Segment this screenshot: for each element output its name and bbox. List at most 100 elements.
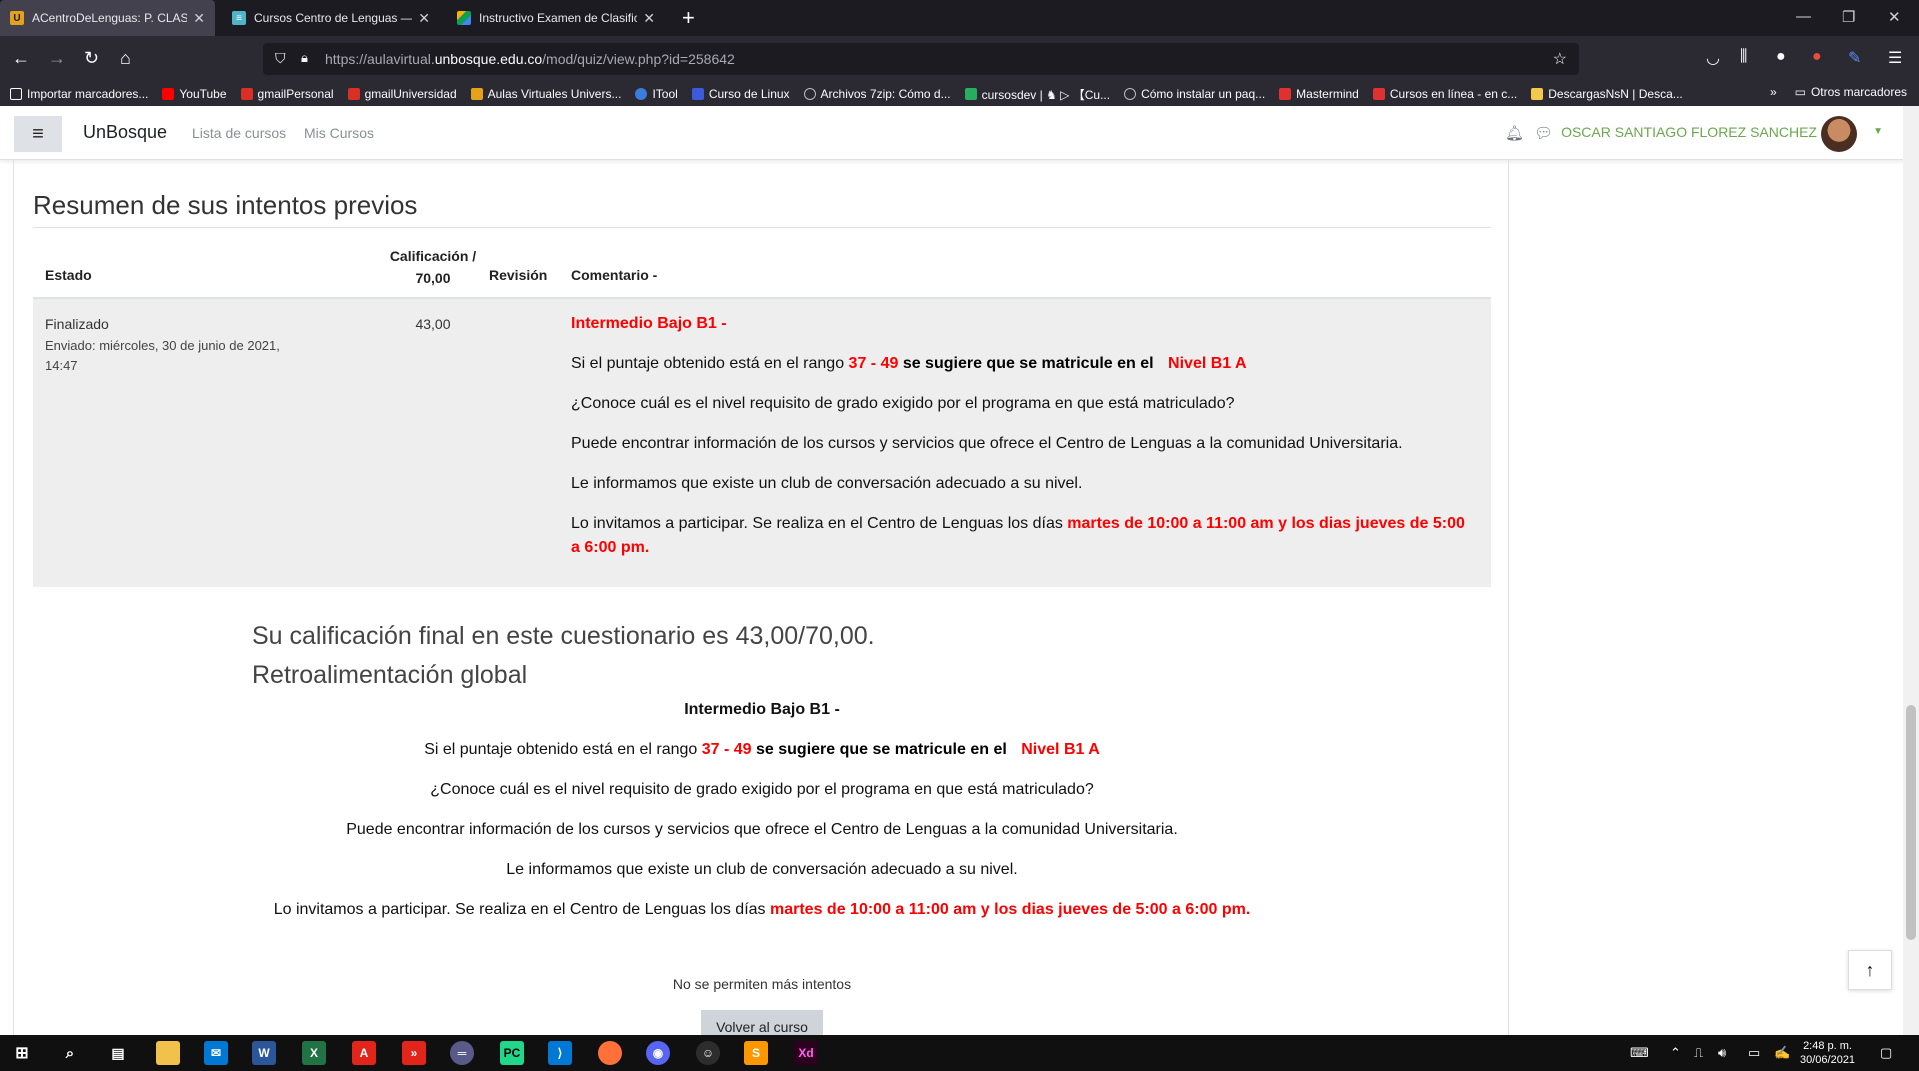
global-feedback-title: Retroalimentación global: [252, 661, 528, 689]
reload-icon[interactable]: ↻: [84, 48, 99, 68]
display-icon[interactable]: ▭: [1748, 1045, 1760, 1061]
acrobat-icon[interactable]: A: [352, 1041, 376, 1065]
taskbar-clock[interactable]: 2:48 p. m. 30/06/2021: [1800, 1039, 1855, 1067]
bookmark-item[interactable]: DescargasNsN | Desca...: [1531, 87, 1683, 101]
mail-icon[interactable]: ✉: [204, 1041, 228, 1065]
firefox-icon[interactable]: [598, 1041, 622, 1065]
nav-link-lista-cursos[interactable]: Lista de cursos: [192, 125, 286, 141]
search-icon[interactable]: ⌕: [58, 1041, 82, 1065]
bookmark-item[interactable]: gmailUniversidad: [347, 87, 457, 101]
extension-edit-icon[interactable]: ✎: [1848, 48, 1861, 68]
globe-icon: [1124, 88, 1137, 100]
chevron-right-icon[interactable]: »: [1770, 85, 1777, 99]
minimize-icon[interactable]: —: [1796, 8, 1811, 25]
bookmark-icon: [10, 88, 22, 100]
browser-navbar: ← → ↻ ⌂ ⛉ 🔒︎ https://aulavirtual.unbosqu…: [0, 36, 1919, 82]
user-name[interactable]: OSCAR SANTIAGO FLOREZ SANCHEZ: [1561, 124, 1817, 140]
sublime-text-icon[interactable]: S: [744, 1041, 768, 1065]
bookmark-item[interactable]: Cursos en línea - en c...: [1372, 87, 1517, 101]
new-tab-button[interactable]: +: [682, 5, 695, 31]
browser-tab-bar: U ACentroDeLenguas: P. CLASIFIC ✕ ≡ Curs…: [0, 0, 1919, 36]
hamburger-icon: ≡: [32, 122, 44, 145]
bookmark-item[interactable]: Mastermind: [1279, 87, 1359, 101]
global-feedback-info: Puede encontrar información de los curso…: [346, 821, 1178, 838]
attempt-state: Finalizado: [45, 316, 109, 332]
menu-icon[interactable]: ☰: [1888, 48, 1902, 68]
university-icon: U: [10, 11, 24, 25]
nav-link-mis-cursos[interactable]: Mis Cursos: [304, 125, 374, 141]
back-to-top-button[interactable]: ↑: [1848, 950, 1892, 990]
excel-icon[interactable]: X: [302, 1041, 326, 1065]
column-header-comentario: Comentario -: [571, 267, 658, 283]
url-text: https://aulavirtual.unbosque.edu.co/mod/…: [325, 51, 735, 67]
emoji-app-icon[interactable]: ☺: [696, 1041, 720, 1065]
feedback-schedule-end: a 6:00 pm.: [571, 539, 650, 556]
file-explorer-icon[interactable]: [156, 1041, 180, 1065]
windows-start-icon[interactable]: ⊞: [10, 1041, 34, 1065]
close-tab-icon[interactable]: ✕: [643, 10, 655, 27]
messages-chat-icon[interactable]: 💬︎: [1534, 124, 1553, 142]
tab-title: ACentroDeLenguas: P. CLASIFIC: [32, 11, 188, 25]
pocket-icon[interactable]: ◡: [1706, 48, 1720, 68]
vscode-icon[interactable]: ⟩: [548, 1041, 572, 1065]
pen-icon[interactable]: ✍: [1774, 1045, 1790, 1061]
bookmark-item[interactable]: cursosdev | ♞ ▷ 【Cu...: [964, 86, 1110, 103]
site-brand[interactable]: UnBosque: [83, 122, 167, 143]
notifications-icon[interactable]: ▢: [1880, 1045, 1892, 1061]
other-bookmarks[interactable]: » ▭ Otros marcadores: [1770, 85, 1907, 99]
adobe-xd-icon[interactable]: Xd: [794, 1041, 818, 1065]
network-icon[interactable]: ⎍: [1694, 1045, 1703, 1061]
right-block-border: [1508, 160, 1509, 1035]
user-menu-caret-icon[interactable]: ▼: [1873, 126, 1883, 137]
drawer-toggle-button[interactable]: ≡: [14, 116, 62, 152]
forward-arrow-icon[interactable]: →: [48, 48, 66, 68]
tab-cursos-centro-lenguas[interactable]: ≡ Cursos Centro de Lenguas — Fr ✕: [222, 0, 440, 36]
close-tab-icon[interactable]: ✕: [193, 10, 205, 27]
lock-icon[interactable]: 🔒︎: [301, 50, 308, 66]
library-icon[interactable]: ⫼: [1740, 48, 1747, 66]
global-feedback-range: Si el puntaje obtenido está en el rango …: [424, 741, 1100, 758]
bookmark-item[interactable]: YouTube: [162, 87, 227, 101]
discord-icon[interactable]: ◉: [646, 1041, 670, 1065]
cursosdev-icon: [964, 88, 977, 100]
bookmark-item[interactable]: Importar marcadores...: [10, 87, 148, 101]
pdf-reader-icon[interactable]: »: [402, 1041, 426, 1065]
google-drive-icon: [457, 11, 471, 25]
column-header-revision: Revisión: [489, 267, 548, 283]
home-icon[interactable]: ⌂: [120, 48, 131, 68]
bookmark-item[interactable]: Archivos 7zip: Cómo d...: [803, 87, 951, 101]
task-view-icon[interactable]: ▤: [106, 1041, 130, 1065]
site-header: ≡ UnBosque Lista de cursos Mis Cursos 🔔︎…: [0, 106, 1919, 160]
tab-instructivo-examen[interactable]: Instructivo Examen de Clasificac ✕: [447, 0, 665, 36]
scrollbar-thumb[interactable]: [1906, 705, 1916, 940]
global-feedback-question: ¿Conoce cuál es el nivel requisito de gr…: [430, 781, 1094, 798]
pycharm-icon[interactable]: PC: [500, 1041, 524, 1065]
avatar[interactable]: [1821, 116, 1857, 152]
shield-icon[interactable]: ⛉: [275, 50, 286, 67]
back-arrow-icon[interactable]: ←: [12, 48, 30, 68]
gmail-icon: [240, 88, 253, 100]
bookmark-star-icon[interactable]: ☆: [1553, 49, 1567, 69]
keyboard-icon[interactable]: ⌨: [1630, 1045, 1649, 1061]
bookmark-item[interactable]: gmailPersonal: [240, 87, 334, 101]
bookmark-item[interactable]: ITool: [635, 87, 678, 101]
bookmark-item[interactable]: Aulas Virtuales Univers...: [470, 87, 621, 101]
restore-icon[interactable]: ❐: [1842, 8, 1855, 26]
bookmark-item[interactable]: Cómo instalar un paq...: [1124, 87, 1265, 101]
extension-icon[interactable]: ●: [1812, 48, 1822, 66]
account-icon[interactable]: ●: [1776, 48, 1786, 66]
url-bar[interactable]: ⛉ 🔒︎ https://aulavirtual.unbosque.edu.co…: [263, 43, 1579, 75]
notifications-bell-icon[interactable]: 🔔︎: [1505, 124, 1524, 142]
tab-acentrodelenguas[interactable]: U ACentroDeLenguas: P. CLASIFIC ✕: [0, 0, 215, 36]
bookmark-item[interactable]: Curso de Linux: [691, 87, 790, 101]
volume-icon[interactable]: 🔊︎: [1718, 1045, 1726, 1061]
app-icon[interactable]: ═: [450, 1041, 474, 1065]
feedback-info: Puede encontrar información de los curso…: [571, 435, 1403, 452]
tab-title: Cursos Centro de Lenguas — Fr: [254, 11, 413, 25]
final-grade-text: Su calificación final en este cuestionar…: [252, 622, 875, 650]
chevron-up-icon[interactable]: ⌃: [1670, 1045, 1681, 1061]
close-tab-icon[interactable]: ✕: [418, 10, 430, 27]
youtube-icon: [162, 88, 175, 100]
close-window-icon[interactable]: ✕: [1888, 8, 1901, 26]
word-icon[interactable]: W: [252, 1041, 276, 1065]
